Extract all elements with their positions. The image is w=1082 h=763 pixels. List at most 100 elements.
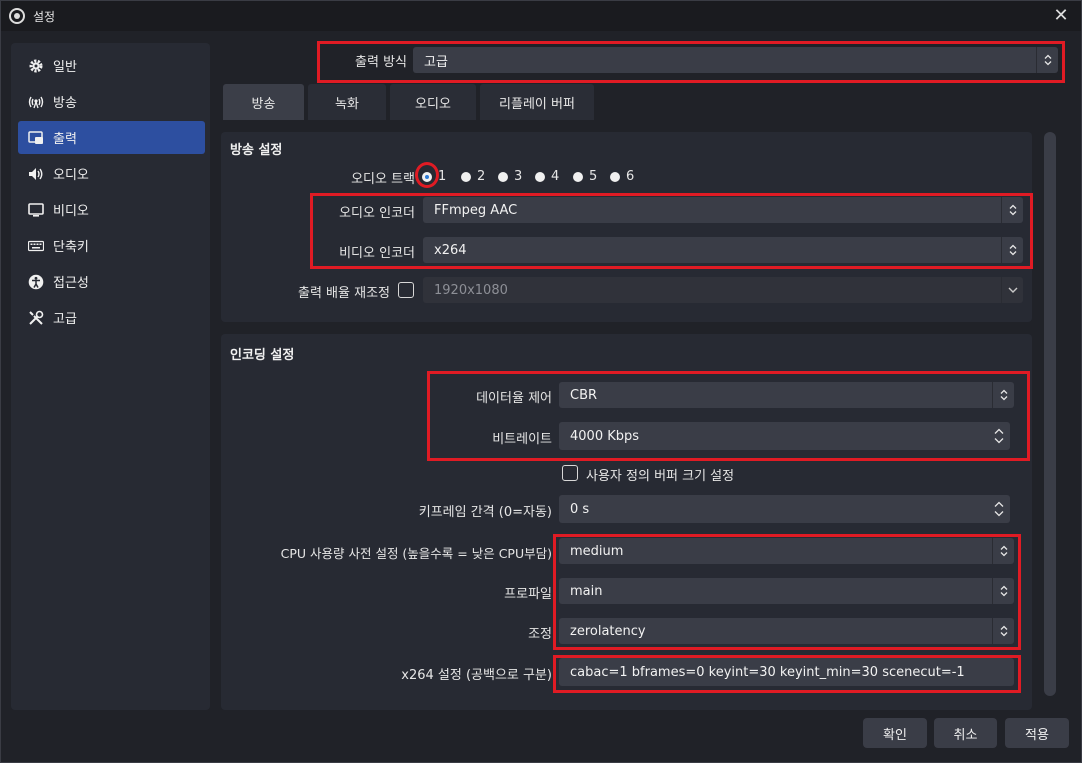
audio-track-radio-4[interactable]: 4 [535, 169, 559, 184]
rate-control-value: CBR [570, 387, 598, 403]
settings-sidebar: 일반 방송 출력 오디오 비디오 단축키 접근성 고급 [11, 43, 210, 710]
settings-window: 설정 ✕ 일반 방송 출력 오디오 비디오 단축키 접근성 고급 출력 방식 고… [0, 0, 1082, 763]
x264-options-input[interactable]: cabac=1 bframes=0 keyint=30 keyint_min=3… [559, 658, 1014, 686]
sidebar-item-label: 일반 [53, 60, 77, 75]
speaker-icon [28, 166, 44, 182]
tune-select[interactable]: zerolatency [559, 618, 1014, 644]
audio-track-radio-2[interactable]: 2 [461, 169, 485, 184]
tab-recording[interactable]: 녹화 [308, 84, 386, 120]
audio-track-radio-1[interactable]: 1 [422, 169, 446, 184]
updown-arrows-icon [992, 618, 1014, 644]
output-icon [28, 130, 44, 146]
monitor-icon [28, 202, 44, 218]
updown-arrows-icon [1036, 47, 1058, 73]
audio-encoder-label: 오디오 인코더 [339, 206, 415, 221]
sidebar-item-audio[interactable]: 오디오 [18, 157, 205, 190]
rate-control-select[interactable]: CBR [559, 382, 1014, 408]
updown-arrows-icon [992, 538, 1014, 564]
audio-track-radio-3[interactable]: 3 [498, 169, 522, 184]
tab-audio[interactable]: 오디오 [390, 84, 476, 120]
video-encoder-select[interactable]: x264 [423, 237, 1023, 263]
updown-arrows-icon [992, 382, 1014, 408]
custom-buffer-label: 사용자 정의 버퍼 크기 설정 [586, 469, 735, 484]
sidebar-item-advanced[interactable]: 고급 [18, 301, 205, 334]
sidebar-item-general[interactable]: 일반 [18, 49, 205, 82]
updown-arrows-icon [992, 578, 1014, 604]
sidebar-item-label: 비디오 [53, 204, 89, 219]
output-mode-value: 고급 [424, 54, 448, 70]
radio-dot [498, 171, 508, 182]
audio-track-radio-5[interactable]: 5 [573, 169, 597, 184]
spin-arrows-icon[interactable] [988, 495, 1010, 523]
updown-arrows-icon [1001, 197, 1023, 223]
window-title: 설정 [33, 9, 56, 24]
cpu-preset-label: CPU 사용량 사전 설정 (높을수록 = 낮은 CPU부담) [280, 546, 552, 561]
apply-button[interactable]: 적용 [1005, 718, 1069, 748]
bitrate-label: 비트레이트 [492, 432, 552, 447]
radio-dot [535, 171, 545, 182]
audio-encoder-select[interactable]: FFmpeg AAC [423, 197, 1023, 223]
radio-label: 1 [438, 169, 447, 184]
output-tabs: 방송 녹화 오디오 리플레이 버퍼 [223, 84, 598, 120]
profile-select[interactable]: main [559, 578, 1014, 604]
radio-label: 2 [477, 169, 486, 184]
radio-label: 4 [551, 169, 560, 184]
radio-label: 5 [589, 169, 598, 184]
output-mode-label: 출력 방식 [355, 55, 407, 70]
keyboard-icon [28, 238, 44, 254]
sidebar-item-hotkeys[interactable]: 단축키 [18, 229, 205, 262]
title-bar: 설정 ✕ [1, 1, 1081, 31]
sidebar-item-stream[interactable]: 방송 [18, 85, 205, 118]
tab-replay-buffer[interactable]: 리플레이 버퍼 [480, 84, 594, 120]
bitrate-spinbox[interactable]: 4000 Kbps [559, 422, 1010, 450]
custom-buffer-checkbox[interactable] [562, 465, 578, 481]
keyframe-interval-spinbox[interactable]: 0 s [559, 495, 1010, 523]
sidebar-item-video[interactable]: 비디오 [18, 193, 205, 226]
profile-label: 프로파일 [504, 587, 552, 602]
output-mode-select[interactable]: 고급 [413, 47, 1058, 73]
sidebar-item-output[interactable]: 출력 [18, 121, 205, 154]
bitrate-value: 4000 Kbps [570, 428, 640, 444]
stream-settings-title: 방송 설정 [230, 143, 283, 158]
tune-label: 조정 [528, 627, 552, 642]
sidebar-item-accessibility[interactable]: 접근성 [18, 265, 205, 298]
broadcast-icon [28, 94, 44, 110]
ok-button[interactable]: 확인 [863, 718, 927, 748]
rate-control-label: 데이터율 제어 [476, 391, 552, 406]
chevron-down-icon [1001, 277, 1023, 303]
tune-value: zerolatency [570, 623, 646, 639]
keyframe-interval-label: 키프레임 간격 (0=자동) [418, 505, 552, 520]
accessibility-icon [28, 274, 44, 290]
video-encoder-label: 비디오 인코더 [339, 246, 415, 261]
sidebar-item-label: 출력 [53, 132, 77, 147]
tab-stream[interactable]: 방송 [223, 84, 304, 120]
audio-track-label: 오디오 트랙 [351, 172, 415, 187]
radio-dot [573, 171, 583, 182]
obs-logo-icon [9, 8, 25, 24]
radio-label: 6 [626, 169, 635, 184]
updown-arrows-icon [1001, 237, 1023, 263]
sidebar-item-label: 단축키 [53, 240, 89, 255]
radio-dot [422, 171, 432, 182]
rescale-output-checkbox[interactable] [398, 282, 414, 298]
radio-dot [461, 171, 471, 182]
cpu-preset-select[interactable]: medium [559, 538, 1014, 564]
spin-arrows-icon[interactable] [988, 422, 1010, 450]
gear-icon [28, 58, 44, 74]
rescale-resolution-value: 1920x1080 [434, 282, 508, 298]
x264-options-value: cabac=1 bframes=0 keyint=30 keyint_min=3… [570, 664, 965, 680]
cancel-button[interactable]: 취소 [934, 718, 997, 748]
scrollbar[interactable] [1044, 132, 1056, 696]
cpu-preset-value: medium [570, 543, 624, 559]
radio-label: 3 [514, 169, 523, 184]
profile-value: main [570, 583, 603, 599]
close-button[interactable]: ✕ [1051, 6, 1071, 26]
rescale-output-label: 출력 배율 재조정 [298, 286, 390, 301]
tools-icon [28, 310, 44, 326]
video-encoder-value: x264 [434, 242, 467, 258]
audio-track-radio-6[interactable]: 6 [610, 169, 634, 184]
sidebar-item-label: 방송 [53, 96, 77, 111]
rescale-resolution-select[interactable]: 1920x1080 [423, 277, 1023, 303]
encoder-settings-title: 인코딩 설정 [230, 348, 295, 363]
sidebar-item-label: 오디오 [53, 168, 89, 183]
